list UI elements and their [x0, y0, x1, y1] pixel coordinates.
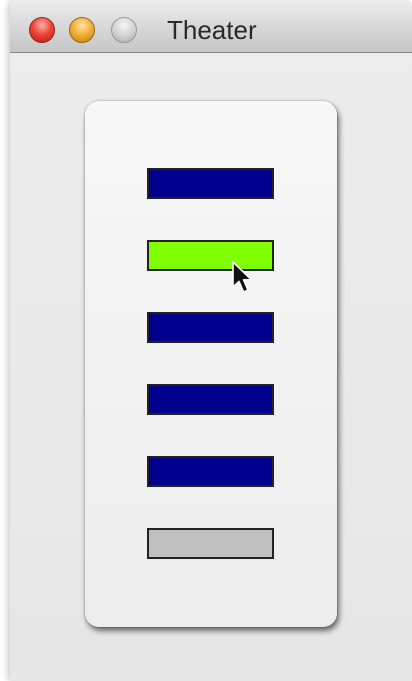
close-traffic-light-icon[interactable] — [29, 17, 55, 43]
title-bar[interactable]: Theater — [10, 0, 412, 53]
app-window: Theater — [10, 0, 412, 681]
bar-button-5[interactable] — [147, 456, 274, 487]
button-panel — [85, 101, 337, 627]
bar-button-4[interactable] — [147, 384, 274, 415]
window-title: Theater — [167, 15, 257, 45]
minimize-traffic-light-icon[interactable] — [69, 17, 95, 43]
bar-button-1[interactable] — [147, 168, 274, 199]
bar-button-3[interactable] — [147, 312, 274, 343]
zoom-traffic-light-icon — [111, 17, 137, 43]
bar-button-2[interactable] — [147, 240, 274, 271]
bar-button-6 — [147, 528, 274, 559]
